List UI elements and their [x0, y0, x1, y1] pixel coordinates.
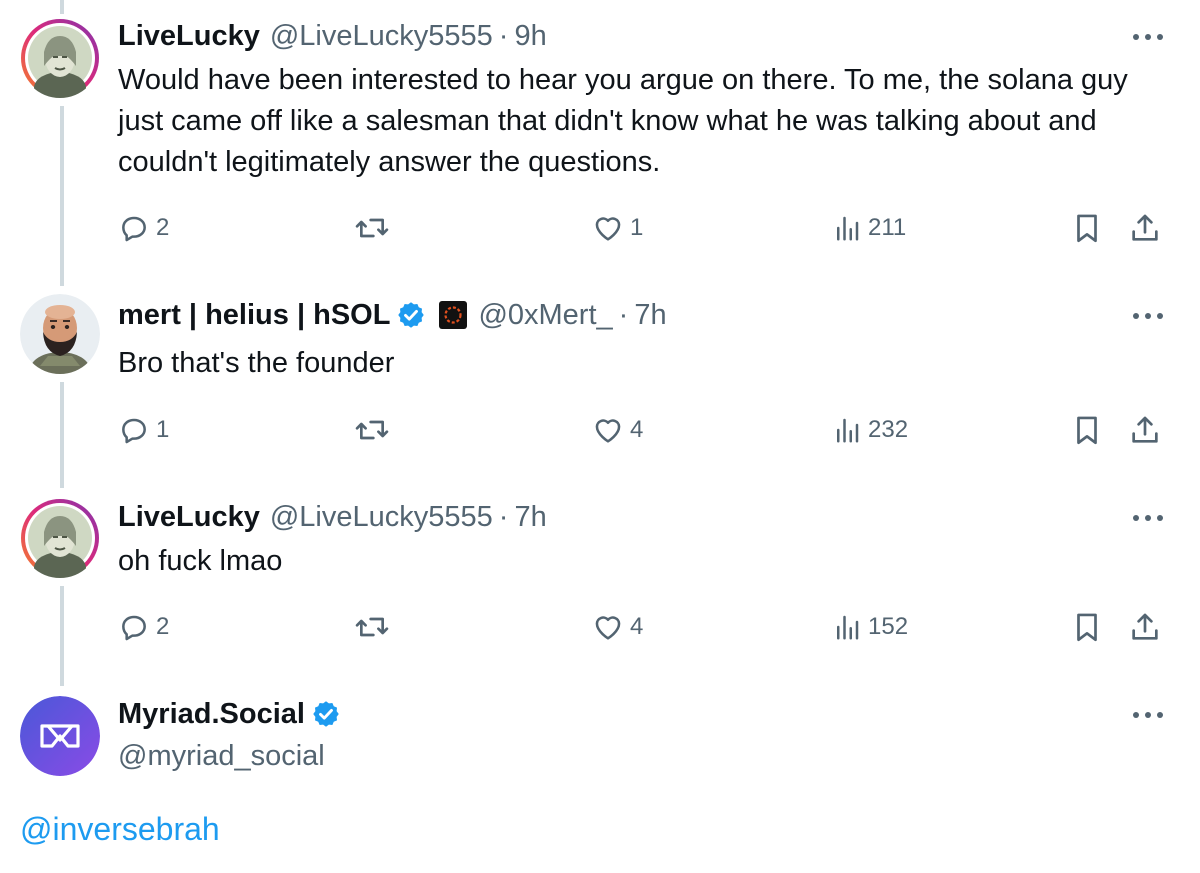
- more-dots-icon[interactable]: [1126, 506, 1170, 530]
- reply-button[interactable]: 2: [118, 208, 169, 248]
- share-button[interactable]: [1128, 607, 1162, 647]
- bookmark-button[interactable]: [1070, 410, 1104, 450]
- views-button[interactable]: 211: [832, 208, 906, 248]
- retweet-button[interactable]: [354, 208, 390, 248]
- reply-icon: [122, 216, 146, 242]
- reply-count: 1: [156, 416, 170, 443]
- tweet-header: mert | helius | hSOL @0xMert_ · 7h: [118, 295, 667, 335]
- separator-dot: ·: [618, 298, 629, 331]
- view-count: 211: [868, 214, 907, 241]
- verified-badge-icon[interactable]: [311, 699, 341, 729]
- thread-line: [60, 586, 64, 686]
- tweet-actions: 2 1 211: [118, 208, 1178, 248]
- views-chart-icon: [837, 216, 859, 241]
- avatar-myriad[interactable]: [20, 696, 100, 776]
- reply-count: 2: [156, 613, 170, 640]
- heart-icon: [595, 217, 621, 241]
- myriad-name-row: Myriad.Social: [118, 694, 341, 734]
- reply-icon: [122, 418, 146, 444]
- retweet-icon: [355, 420, 389, 440]
- view-count: 152: [868, 613, 909, 640]
- share-button[interactable]: [1128, 208, 1162, 248]
- retweet-button[interactable]: [354, 410, 390, 450]
- like-button[interactable]: 4: [592, 607, 643, 647]
- like-count: 1: [630, 214, 644, 241]
- timestamp[interactable]: 7h: [514, 501, 546, 534]
- mention-link[interactable]: @inversebrah: [20, 808, 220, 850]
- tweet-header: LiveLucky @LiveLucky5555 · 7h: [118, 497, 547, 537]
- reply-count: 2: [156, 214, 170, 241]
- views-chart-icon: [837, 418, 859, 443]
- thread-line: [60, 382, 64, 488]
- reply-icon: [122, 615, 146, 641]
- separator-dot: ·: [498, 500, 509, 533]
- tweet-actions: 1 4 232: [118, 410, 1178, 450]
- user-handle[interactable]: @LiveLucky5555: [270, 501, 493, 534]
- share-icon: [1132, 613, 1158, 640]
- more-dots-icon[interactable]: [1126, 25, 1170, 49]
- timestamp[interactable]: 7h: [634, 299, 666, 332]
- retweet-icon: [355, 218, 389, 238]
- bookmark-icon: [1077, 613, 1097, 642]
- share-button[interactable]: [1128, 410, 1162, 450]
- user-handle[interactable]: @myriad_social: [118, 736, 325, 776]
- user-handle[interactable]: @0xMert_: [478, 299, 612, 332]
- like-button[interactable]: 1: [592, 208, 643, 248]
- more-dots-icon[interactable]: [1126, 304, 1170, 328]
- views-button[interactable]: 232: [832, 410, 908, 450]
- like-count: 4: [630, 416, 644, 443]
- tweet-text: Would have been interested to hear you a…: [118, 64, 1128, 178]
- display-name[interactable]: mert | helius | hSOL: [118, 299, 390, 332]
- avatar-livelucky[interactable]: [20, 498, 100, 578]
- view-count: 232: [868, 416, 909, 443]
- views-chart-icon: [837, 615, 859, 640]
- verified-badge-icon[interactable]: [396, 300, 426, 330]
- more-dots-icon[interactable]: [1126, 703, 1170, 727]
- separator-dot: ·: [498, 19, 509, 52]
- heart-icon: [595, 616, 621, 640]
- display-name[interactable]: Myriad.Social: [118, 698, 305, 731]
- retweet-button[interactable]: [354, 607, 390, 647]
- reply-button[interactable]: 1: [118, 410, 169, 450]
- thread-line: [60, 106, 64, 286]
- tweet-text: Bro that's the founder: [118, 347, 395, 379]
- tweet-header: LiveLucky @LiveLucky5555 · 9h: [118, 16, 547, 56]
- display-name[interactable]: LiveLucky: [118, 20, 260, 53]
- reply-button[interactable]: 2: [118, 607, 169, 647]
- share-icon: [1132, 416, 1158, 443]
- bookmark-icon: [1077, 214, 1097, 243]
- thread-line: [60, 0, 64, 14]
- tweet-actions: 2 4 152: [118, 607, 1178, 647]
- bookmark-icon: [1077, 416, 1097, 445]
- bookmark-button[interactable]: [1070, 607, 1104, 647]
- avatar-mert[interactable]: [20, 294, 100, 374]
- bookmark-button[interactable]: [1070, 208, 1104, 248]
- affiliate-flair-icon[interactable]: [438, 300, 468, 330]
- avatar-livelucky[interactable]: [20, 18, 100, 98]
- tweet-text: oh fuck lmao: [118, 545, 283, 577]
- like-button[interactable]: 4: [592, 410, 643, 450]
- retweet-icon: [355, 617, 389, 637]
- heart-icon: [595, 419, 621, 443]
- share-icon: [1132, 214, 1158, 241]
- user-handle[interactable]: @LiveLucky5555: [270, 20, 493, 53]
- timestamp[interactable]: 9h: [514, 20, 546, 53]
- display-name[interactable]: LiveLucky: [118, 501, 260, 534]
- like-count: 4: [630, 613, 644, 640]
- views-button[interactable]: 152: [832, 607, 908, 647]
